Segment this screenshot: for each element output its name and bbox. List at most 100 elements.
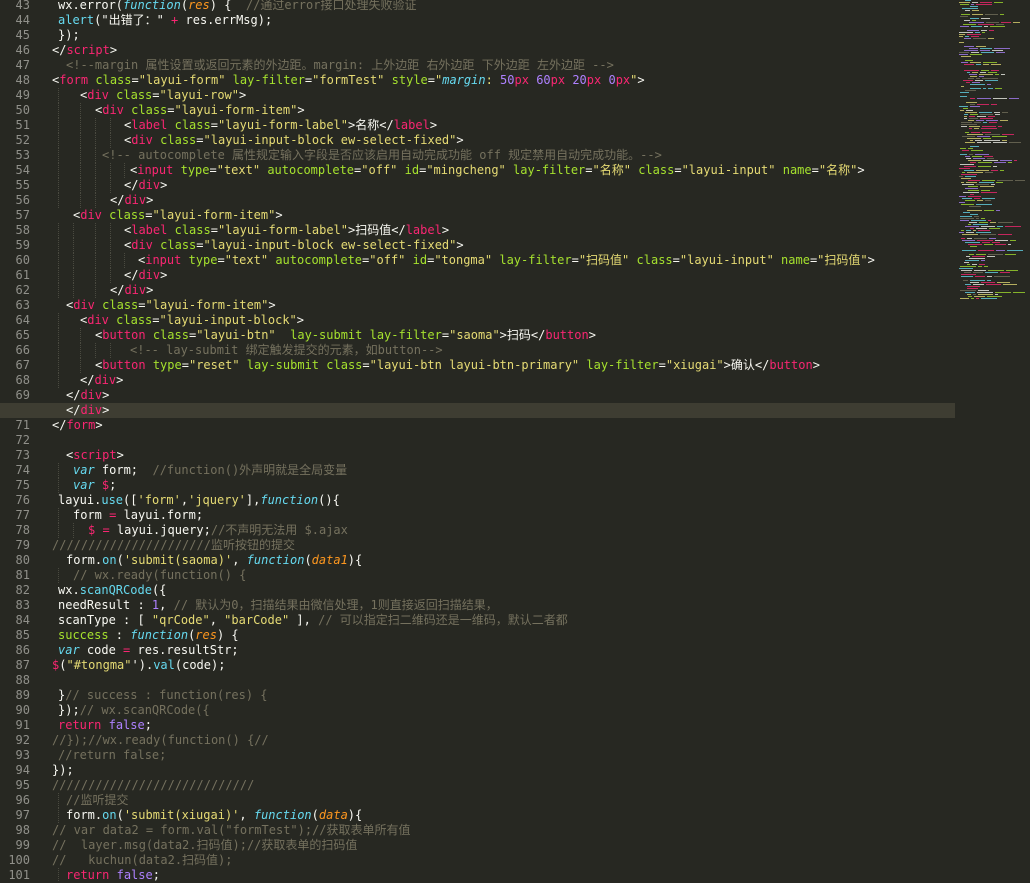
code-line[interactable]: // layer.msg(data2.扫码值);//获取表单的扫码值 (0, 838, 955, 853)
code-line[interactable]: <div class="layui-row"> (0, 88, 955, 103)
code-line[interactable]: <label class="layui-form-label">名称</labe… (0, 118, 955, 133)
code-text: //////////////////////////// (52, 778, 254, 793)
code-line[interactable]: scanType : [ "qrCode", "barCode" ], // 可… (0, 613, 955, 628)
minimap[interactable] (955, 0, 1030, 881)
code-line[interactable]: </div> (0, 268, 955, 283)
code-line[interactable]: //监听提交 (0, 793, 955, 808)
minimap-line (970, 228, 974, 229)
code-line[interactable]: wx.error(function(res) { //通过error接口处理失败… (0, 0, 955, 13)
minimap-line (961, 174, 977, 175)
code-line[interactable]: form.on('submit(saoma)', function(data1)… (0, 553, 955, 568)
code-token: ], (245, 493, 261, 507)
code-line[interactable]: </form> (0, 418, 955, 433)
code-line[interactable]: // kuchun(data2.扫码值); (0, 853, 955, 868)
code-line[interactable]: </div> (0, 373, 955, 388)
code-token: name (782, 163, 812, 177)
code-line[interactable]: <input type="text" autocomplete="off" id… (0, 163, 955, 178)
code-line[interactable]: }); (0, 28, 955, 43)
code-line[interactable] (0, 433, 955, 448)
code-line[interactable]: var code = res.resultStr; (0, 643, 955, 658)
code-line[interactable]: </div> (0, 193, 955, 208)
code-line[interactable]: //////////////////////监听按钮的提交 (0, 538, 955, 553)
code-token: </ (52, 418, 67, 432)
code-line[interactable]: wx.scanQRCode({ (0, 583, 955, 598)
code-line[interactable]: needResult : 1, // 默认为0，扫描结果由微信处理，1则直接返回… (0, 598, 955, 613)
minimap-line (1013, 22, 1020, 23)
code-line[interactable]: <button type="reset" lay-submit class="l… (0, 358, 955, 373)
code-line[interactable]: return false; (0, 718, 955, 733)
code-area[interactable]: wx.error(function(res) { //通过error接口处理失败… (0, 0, 955, 881)
code-line[interactable]: //});//wx.ready(function() {// (0, 733, 955, 748)
minimap-line (996, 250, 1005, 251)
code-line[interactable]: return false; (0, 868, 955, 881)
minimap-line (987, 296, 1002, 297)
code-line[interactable]: alert("出错了：" + res.errMsg); (0, 13, 955, 28)
code-text: // kuchun(data2.扫码值); (52, 853, 233, 868)
code-line[interactable]: //////////////////////////// (0, 778, 955, 793)
code-text: <!-- autocomplete 属性规定输入字段是否应该启用自动完成功能 o… (102, 148, 662, 163)
code-line[interactable]: <form class="layui-form" lay-filter="for… (0, 73, 955, 88)
code-line[interactable] (0, 673, 955, 688)
minimap-line (967, 210, 982, 211)
code-token: 'submit(xiugai)' (123, 808, 240, 822)
code-line[interactable]: <div class="layui-input-block ew-select-… (0, 238, 955, 253)
code-line[interactable]: layui.use(['form','jquery'],function(){ (0, 493, 955, 508)
code-line[interactable]: //return false; (0, 748, 955, 763)
code-token: lay-filter (369, 328, 442, 342)
minimap-line (965, 10, 970, 11)
code-line[interactable]: </div> (0, 283, 955, 298)
code-line[interactable]: var $; (0, 478, 955, 493)
minimap-line (959, 34, 965, 35)
code-line[interactable]: var form; //function()外声明就是全局变量 (0, 463, 955, 478)
minimap-line (1000, 120, 1008, 121)
minimap-line (987, 158, 994, 159)
code-line[interactable]: $ = layui.jquery;//不声明无法用 $.ajax (0, 523, 955, 538)
code-line[interactable]: // var data2 = form.val("formTest");//获取… (0, 823, 955, 838)
minimap-line (961, 178, 971, 179)
minimap-line (1001, 22, 1011, 23)
code-editor[interactable]: 43 44 45 46 47 48 49 50 51 52 53 54 55 56 57 58 59 60 61 62… (0, 0, 1030, 882)
code-token: > (857, 163, 865, 177)
code-line[interactable]: }); (0, 763, 955, 778)
code-line[interactable]: <button class="layui-btn" lay-submit lay… (0, 328, 955, 343)
code-token: = (674, 163, 682, 177)
code-line[interactable]: success : function(res) { (0, 628, 955, 643)
code-token: var (73, 463, 95, 477)
code-line[interactable]: </div> (0, 178, 955, 193)
code-line[interactable]: form = layui.form; (0, 508, 955, 523)
minimap-line (966, 110, 973, 111)
code-line[interactable]: <div class="layui-form-item"> (0, 103, 955, 118)
code-line[interactable]: <div class="layui-form-item"> (0, 298, 955, 313)
minimap-line (981, 298, 997, 299)
code-token: //////////////////////监听按钮的提交 (52, 538, 295, 552)
code-line[interactable]: </script> (0, 43, 955, 58)
minimap-line (988, 72, 997, 73)
code-line[interactable]: <script> (0, 448, 955, 463)
code-token: > (588, 328, 596, 342)
code-line[interactable]: <!-- autocomplete 属性规定输入字段是否应该启用自动完成功能 o… (0, 148, 955, 163)
code-text: layui.use(['form','jquery'],function(){ (58, 493, 340, 508)
minimap-line (971, 298, 974, 299)
code-line[interactable]: <!--margin 属性设置或返回元素的外边距。margin: 上外边距 右外… (0, 58, 955, 73)
code-line[interactable]: <input type="text" autocomplete="off" id… (0, 253, 955, 268)
code-line[interactable]: <div class="layui-input-block"> (0, 313, 955, 328)
code-line[interactable]: <!-- lay-submit 绑定触发提交的元素，如button--> (0, 343, 955, 358)
code-line[interactable]: }// success : function(res) { (0, 688, 955, 703)
minimap-line (976, 120, 984, 121)
code-line[interactable]: <div class="layui-input-block ew-select-… (0, 133, 955, 148)
code-line[interactable]: form.on('submit(xiugai)', function(data)… (0, 808, 955, 823)
code-line[interactable]: </div> (0, 388, 955, 403)
minimap-line (994, 48, 1010, 49)
code-line[interactable]: </div> (0, 403, 955, 418)
minimap-line (970, 194, 974, 195)
minimap-line (981, 70, 989, 71)
code-line[interactable]: });// wx.scanQRCode({ (0, 703, 955, 718)
code-line[interactable]: <label class="layui-form-label">扫码值</lab… (0, 223, 955, 238)
code-token: class (174, 118, 211, 132)
code-line[interactable]: $("#tongma"').val(code); (0, 658, 955, 673)
minimap-line (992, 242, 1000, 243)
code-token: form (59, 73, 89, 87)
code-token: div (73, 298, 95, 312)
code-line[interactable]: // wx.ready(function() { (0, 568, 955, 583)
code-line[interactable]: <div class="layui-form-item"> (0, 208, 955, 223)
